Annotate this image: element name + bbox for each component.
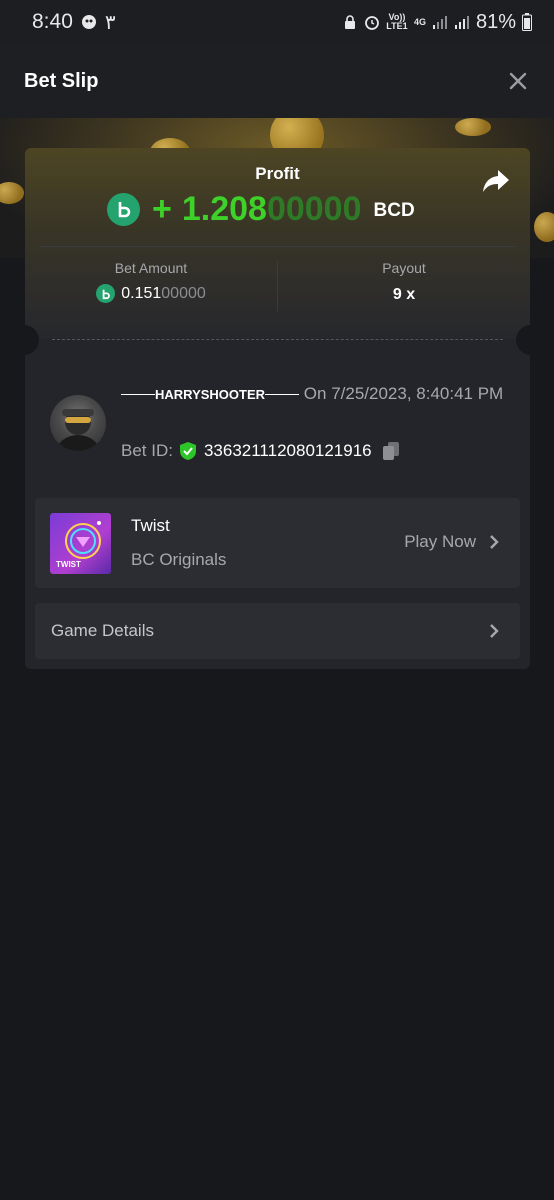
status-bar: 8:40 ٣ Vo)) LTE1 4G 81% <box>0 0 554 44</box>
bcd-coin-icon <box>107 192 140 226</box>
coin-decoration <box>455 118 491 136</box>
bcd-coin-icon <box>96 284 116 303</box>
signal-icon <box>432 16 447 29</box>
coin-decoration <box>534 212 554 242</box>
bet-amount-block: Bet Amount 0.151 00000 <box>25 260 277 303</box>
header: Bet Slip <box>0 44 554 118</box>
bet-slip-card: Profit + 1.208 00000 BCD Bet Amount 0.151… <box>17 148 538 669</box>
avatar <box>50 395 106 451</box>
bet-datetime: 7/25/2023, 8:40:41 PM <box>331 384 504 403</box>
game-thumbnail: TWIST <box>50 513 111 574</box>
verified-shield-icon <box>179 442 196 460</box>
payout-label: Payout <box>382 260 426 276</box>
user-line: HARRYSHOOTER On 7/25/2023, 8:40:41 PM <box>121 380 511 409</box>
chevron-right-icon <box>490 535 499 549</box>
bet-amount-main: 0.151 <box>121 284 162 302</box>
app-notification-icon <box>81 15 96 29</box>
game-row[interactable]: TWIST Twist BC Originals Play Now <box>35 498 520 588</box>
username-decoration <box>121 394 155 396</box>
close-icon <box>509 72 527 90</box>
coin-decoration <box>0 182 24 204</box>
net-type-label: 4G <box>413 16 426 27</box>
status-time: 8:40 <box>32 10 73 33</box>
payout-value: 9 x <box>392 286 416 303</box>
profit-sign: + <box>152 189 172 228</box>
profit-label: Profit <box>255 164 300 183</box>
username-decoration <box>265 394 300 396</box>
play-now-button[interactable]: Play Now <box>404 532 500 552</box>
bet-id-label: Bet ID: <box>121 441 173 460</box>
status-extra: ٣ <box>104 11 116 34</box>
copy-icon[interactable] <box>380 440 402 462</box>
share-icon[interactable] <box>482 168 510 194</box>
game-thumbnail-text: TWIST <box>56 560 81 569</box>
profit-amount-trailing: 00000 <box>266 189 362 228</box>
game-provider: BC Originals <box>131 550 227 569</box>
bet-id-row: Bet ID: 336321112080121916 <box>121 440 402 462</box>
ticket-notch <box>516 325 538 355</box>
game-details-label: Game Details <box>51 621 154 640</box>
lock-icon <box>344 15 355 29</box>
dashed-divider <box>52 339 503 340</box>
divider <box>40 246 515 247</box>
bet-amount-label: Bet Amount <box>114 260 188 276</box>
on-label: On <box>303 384 327 403</box>
username[interactable]: HARRYSHOOTER <box>155 381 265 409</box>
bet-amount-trailing: 00000 <box>161 284 206 302</box>
game-name: Twist <box>131 516 170 535</box>
close-button[interactable] <box>506 69 530 93</box>
chevron-right-icon <box>490 624 499 638</box>
profit-amount: 1.208 <box>181 189 267 228</box>
bet-id-value: 336321112080121916 <box>203 441 372 460</box>
game-details-row[interactable]: Game Details <box>35 603 520 659</box>
battery-icon <box>522 13 532 31</box>
volte-label: Vo)) LTE1 <box>386 12 408 31</box>
payout-block: Payout 9 x <box>278 260 530 304</box>
profit-currency: BCD <box>373 200 415 221</box>
play-now-label: Play Now <box>404 532 476 551</box>
profit-row: + 1.208 00000 BCD <box>107 188 415 230</box>
alarm-icon <box>365 16 379 30</box>
profit-section: Profit + 1.208 00000 BCD Bet Amount 0.151… <box>25 148 530 338</box>
bet-amount-value: 0.151 00000 <box>25 284 277 303</box>
battery-percent: 81% <box>475 10 516 33</box>
signal-icon-2 <box>454 16 469 29</box>
page-title: Bet Slip <box>24 69 99 92</box>
